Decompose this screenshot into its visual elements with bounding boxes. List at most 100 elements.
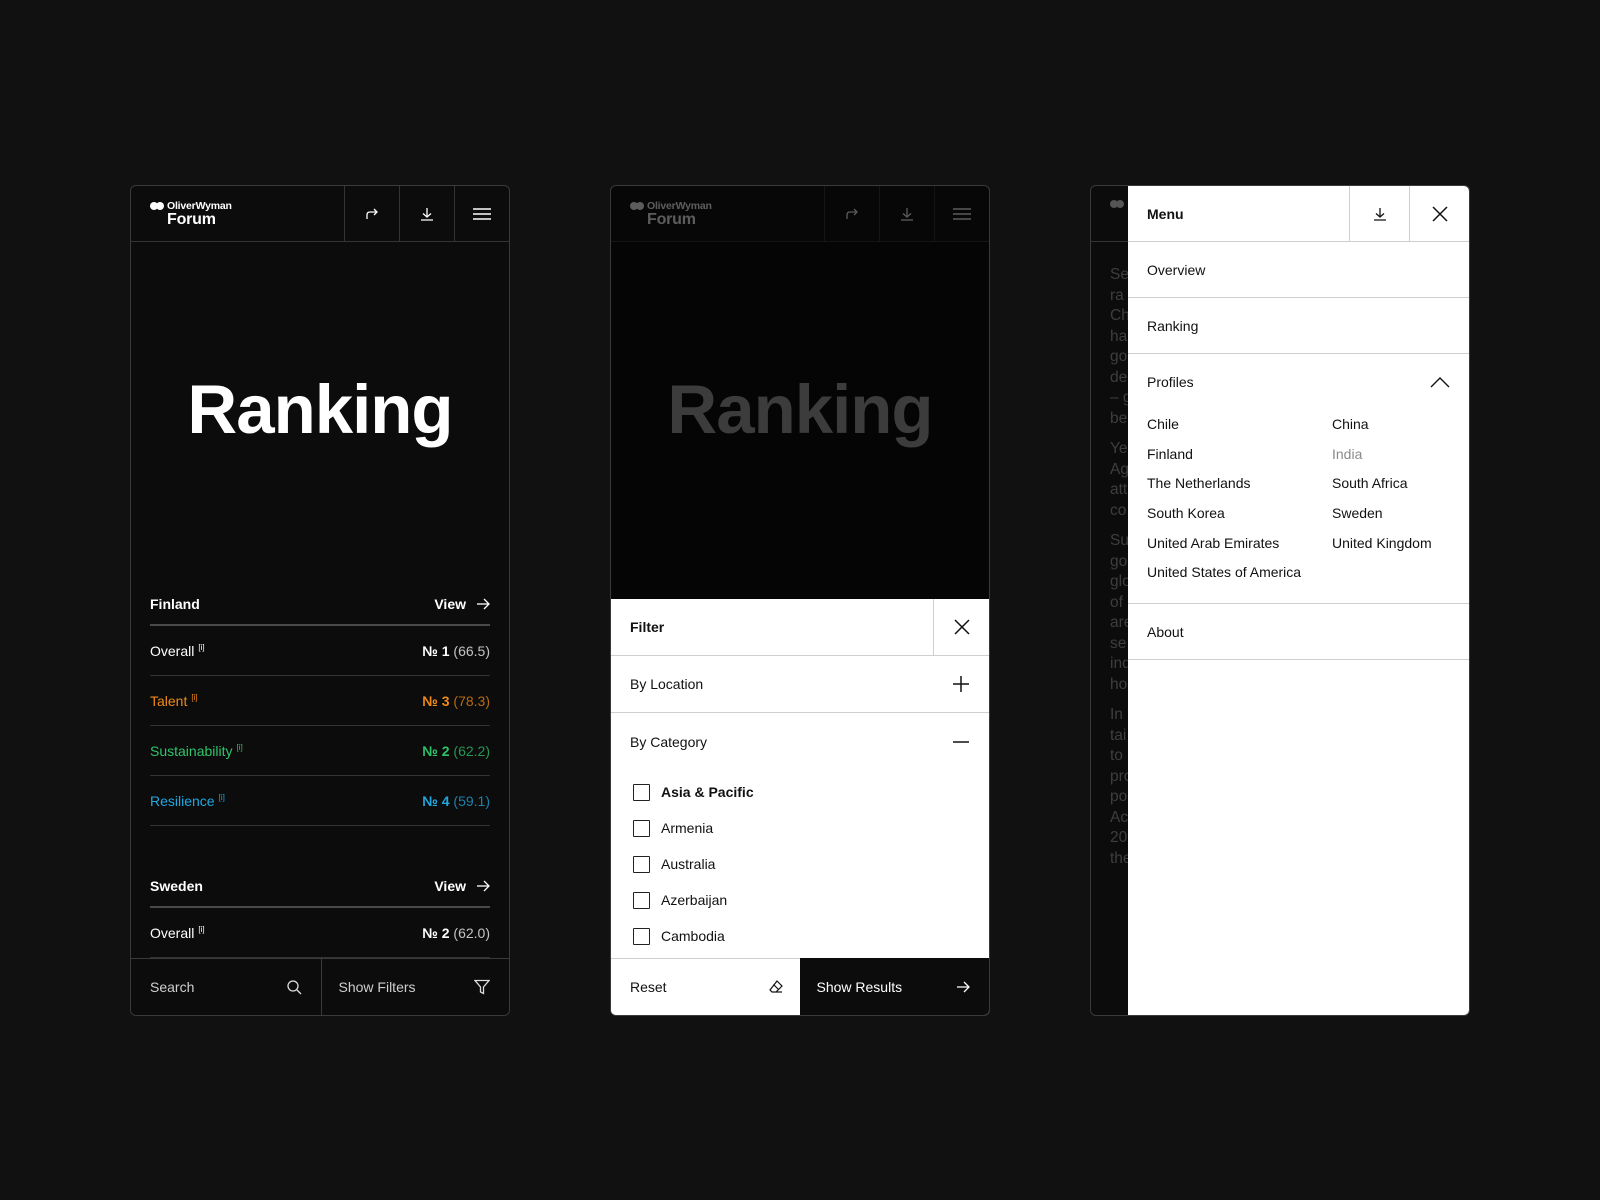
view-link[interactable]: View	[434, 878, 490, 894]
search-field[interactable]: Search	[131, 959, 321, 1015]
filter-footer: Reset Show Results	[611, 958, 989, 1015]
checkbox-label: Azerbaijan	[661, 892, 728, 908]
arrow-right-icon	[477, 598, 490, 610]
by-location-toggle[interactable]: By Location	[611, 656, 989, 713]
filter-sheet: Filter By Location By Category Asia & Pa…	[611, 599, 989, 1015]
profile-link[interactable]: Chile	[1147, 416, 1332, 432]
menu-screen: Se ra Ch ha go de – g be Ye Ag att co Su go glo of are se…	[1090, 185, 1470, 1016]
checkbox-box[interactable]	[633, 927, 650, 945]
info-icon[interactable]: [i]	[237, 743, 243, 752]
profile-link[interactable]: South Africa	[1332, 475, 1450, 491]
by-category-label: By Category	[630, 733, 708, 750]
row-label: Overall	[150, 924, 195, 941]
rank: № 1	[422, 642, 450, 659]
info-icon[interactable]: [i]	[198, 925, 204, 934]
download-icon	[1373, 207, 1386, 221]
close-icon	[953, 619, 970, 635]
filter-icon	[474, 979, 490, 995]
info-icon[interactable]: [i]	[198, 643, 204, 652]
logo-mark-icon	[630, 202, 644, 210]
profile-link[interactable]: United Arab Emirates	[1147, 535, 1332, 551]
arrow-right-icon	[477, 880, 490, 892]
header: OliverWyman Forum	[131, 186, 509, 242]
card-header: Sweden View	[150, 866, 490, 908]
profiles-country-list: Chile China Finland India The Netherlands Sou…	[1128, 410, 1469, 605]
close-menu-button[interactable]	[1409, 186, 1469, 241]
checkbox-box[interactable]	[633, 855, 650, 873]
header: OliverWyman Forum	[611, 186, 989, 242]
checkbox-asia-pacific[interactable]: Asia & Pacific	[611, 774, 989, 810]
show-filters-button[interactable]: Show Filters	[320, 959, 510, 1015]
logo-mark-icon	[1110, 200, 1124, 208]
menu-item-about[interactable]: About	[1128, 604, 1469, 661]
profile-link[interactable]: The Netherlands	[1147, 475, 1332, 491]
checkbox-cambodia[interactable]: Cambodia	[611, 918, 989, 954]
checkbox-azerbaijan[interactable]: Azerbaijan	[611, 882, 989, 918]
download-icon	[421, 208, 433, 221]
eraser-icon	[768, 980, 783, 993]
checkbox-label: Australia	[661, 856, 716, 872]
checkbox-label: Armenia	[661, 820, 714, 836]
row-label: Sustainability	[150, 742, 233, 759]
download-button[interactable]	[399, 186, 454, 242]
share-icon	[366, 208, 378, 219]
download-button[interactable]	[1349, 186, 1409, 241]
share-button[interactable]	[344, 186, 399, 242]
download-icon	[901, 208, 913, 221]
card-header: Finland View	[150, 584, 490, 626]
close-icon	[1431, 205, 1448, 222]
menu-item-overview[interactable]: Overview	[1128, 242, 1469, 298]
rank: № 3	[422, 692, 450, 709]
score-row-overall: Overall [i] № 2 (62.0)	[150, 908, 490, 958]
minus-icon	[953, 740, 969, 743]
profile-link[interactable]: United States of America	[1147, 564, 1332, 580]
row-label: Talent	[150, 692, 188, 709]
menu-item-ranking[interactable]: Ranking	[1128, 298, 1469, 354]
search-icon	[286, 980, 301, 995]
checkbox-box[interactable]	[633, 819, 650, 837]
reset-button[interactable]: Reset	[611, 958, 800, 1015]
by-category-toggle[interactable]: By Category	[611, 713, 989, 770]
view-label: View	[434, 878, 466, 894]
profile-link[interactable]: Sweden	[1332, 505, 1450, 521]
filter-header: Filter	[611, 599, 989, 656]
arrow-right-icon	[957, 981, 970, 992]
profile-link[interactable]: South Korea	[1147, 505, 1332, 521]
show-results-label: Show Results	[816, 978, 903, 995]
profile-link[interactable]: China	[1332, 416, 1450, 432]
menu-drawer: Menu Overview Ranking Profiles Chile Chin…	[1128, 186, 1469, 1015]
menu-button[interactable]	[454, 186, 509, 242]
profile-link[interactable]: United Kingdom	[1332, 535, 1450, 551]
checkbox-label: Cambodia	[661, 928, 725, 944]
plus-icon	[953, 676, 969, 692]
profile-link[interactable]: Finland	[1147, 446, 1332, 462]
score: (59.1)	[453, 792, 490, 809]
show-results-button[interactable]: Show Results	[799, 958, 989, 1015]
rank: № 2	[422, 742, 450, 759]
info-icon[interactable]: [i]	[191, 693, 197, 702]
checkbox-box[interactable]	[633, 783, 650, 801]
checkbox-armenia[interactable]: Armenia	[611, 810, 989, 846]
close-filter-button[interactable]	[933, 599, 989, 655]
score-row-resilience: Resilience [i] № 4 (59.1)	[150, 776, 490, 826]
profile-link[interactable]: India	[1332, 446, 1450, 462]
menu-item-label: Profiles	[1147, 374, 1194, 390]
score: (62.0)	[453, 924, 490, 941]
download-button	[879, 186, 934, 242]
info-icon[interactable]: [i]	[219, 793, 225, 802]
category-list: Asia & Pacific Armenia Australia Azerbai…	[611, 770, 989, 954]
share-icon	[846, 208, 858, 219]
country-name: Finland	[150, 596, 200, 612]
menu-item-profiles[interactable]: Profiles	[1128, 354, 1469, 410]
rank: № 2	[422, 924, 450, 941]
checkbox-box[interactable]	[633, 891, 650, 909]
reset-label: Reset	[630, 979, 667, 995]
search-label: Search	[150, 979, 195, 995]
logo-mark-icon	[150, 202, 164, 210]
logo[interactable]: OliverWyman Forum	[131, 186, 344, 241]
ranking-screen: OliverWyman Forum Ranking Finland View O…	[130, 185, 510, 1016]
checkbox-australia[interactable]: Australia	[611, 846, 989, 882]
by-location-label: By Location	[630, 676, 704, 692]
row-label: Resilience	[150, 792, 215, 809]
view-link[interactable]: View	[434, 596, 490, 612]
